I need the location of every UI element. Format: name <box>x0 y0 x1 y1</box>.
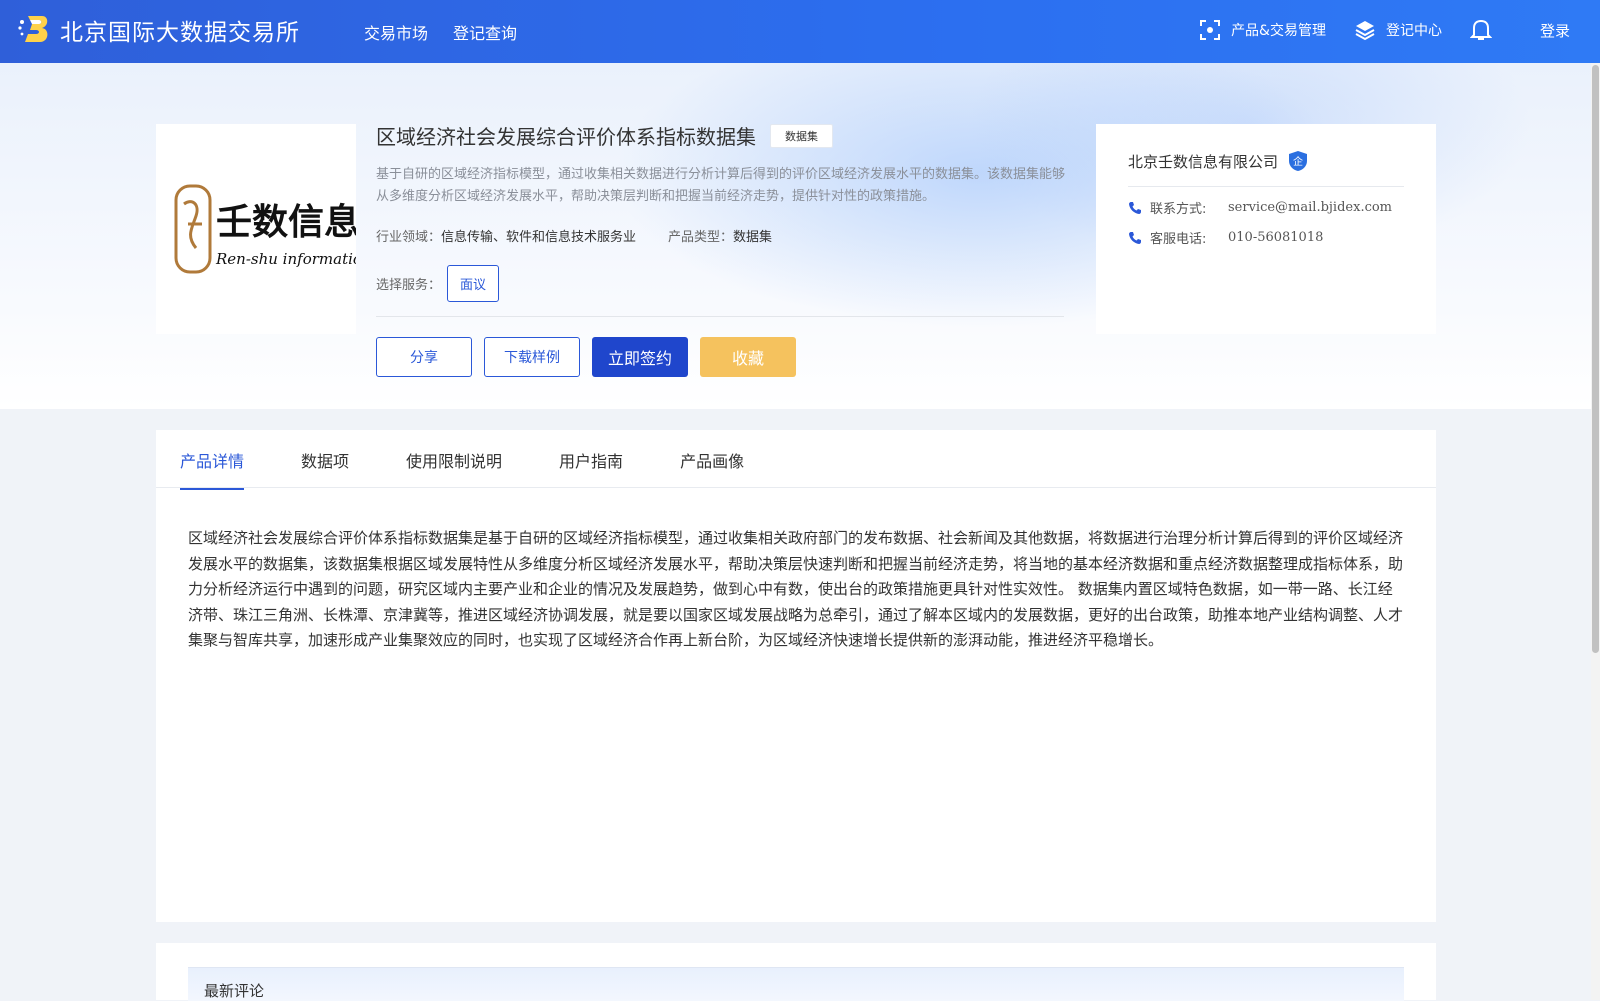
product-manage-link[interactable]: 产品&交易管理 <box>1199 19 1326 41</box>
industry-value: 信息传输、软件和信息技术服务业 <box>441 230 637 245</box>
scan-icon <box>1200 20 1221 40</box>
contact-label: 联系方式: <box>1150 202 1207 217</box>
enterprise-verified-icon: 企 <box>1289 151 1308 171</box>
notification-button[interactable] <box>1469 18 1502 42</box>
contact-email-row: 联系方式: service@mail.bjidex.com <box>1128 198 1392 217</box>
product-description: 基于自研的区域经济指标模型，通过收集相关数据进行分析计算后得到的评价区域经济发展… <box>376 167 1066 204</box>
company-name-row: 北京壬数信息有限公司 企 <box>1128 150 1308 172</box>
register-center-label: 登记中心 <box>1385 23 1442 39</box>
type-meta: 产品类型：数据集 <box>668 226 772 245</box>
detail-panel: 产品详情 数据项 使用限制说明 用户指南 产品画像 区域经济社会发展综合评价体系… <box>156 430 1436 922</box>
brand-name: 北京国际大数据交易所 <box>60 20 300 46</box>
top-nav: 北京国际大数据交易所 交易市场 登记查询 产品&交易管理 登记中心 登录 <box>0 0 1600 63</box>
product-meta: 行业领域：信息传输、软件和信息技术服务业 产品类型：数据集 <box>376 226 804 245</box>
nav-links: 交易市场 登记查询 <box>364 20 517 44</box>
register-center-link[interactable]: 登记中心 <box>1354 19 1442 41</box>
company-card: 北京壬数信息有限公司 企 联系方式: service@mail.bjidex.c… <box>1096 124 1436 334</box>
login-link[interactable]: 登录 <box>1540 20 1570 41</box>
nav-link-market[interactable]: 交易市场 <box>364 20 428 44</box>
detail-tabs: 产品详情 数据项 使用限制说明 用户指南 产品画像 <box>180 430 801 490</box>
product-type-badge: 数据集 <box>770 123 833 148</box>
service-label: 选择服务： <box>376 278 442 293</box>
bjidex-logo-icon <box>18 16 48 42</box>
tab-product-detail[interactable]: 产品详情 <box>180 430 245 490</box>
page-scrollbar[interactable] <box>1591 63 1600 1000</box>
service-option-negotiable[interactable]: 面议 <box>447 265 500 302</box>
logo-text-en: Ren-shu information <box>215 250 356 268</box>
type-value: 数据集 <box>733 230 773 245</box>
contact-phone-row: 客服电话: 010-56081018 <box>1128 228 1323 247</box>
comments-header: 最新评论 <box>188 967 1404 1001</box>
product-title: 区域经济社会发展综合评价体系指标数据集 <box>376 125 756 149</box>
contact-email[interactable]: service@mail.bjidex.com <box>1228 200 1392 215</box>
enterprise-badge-text: 企 <box>1293 155 1303 168</box>
hero-divider <box>376 316 1064 317</box>
type-label: 产品类型： <box>668 230 734 245</box>
product-logo-card: 壬数信息 Ren-shu information <box>156 124 372 334</box>
sign-now-button[interactable]: 立即签约 <box>592 337 688 377</box>
phone-label: 客服电话: <box>1150 232 1207 247</box>
tab-data-items[interactable]: 数据项 <box>301 430 349 488</box>
company-name[interactable]: 北京壬数信息有限公司 <box>1128 151 1278 172</box>
layers-icon <box>1355 21 1375 41</box>
brand[interactable]: 北京国际大数据交易所 <box>16 12 300 48</box>
service-selector: 选择服务： 面议 <box>376 265 500 302</box>
tab-usage-restrictions[interactable]: 使用限制说明 <box>406 430 502 488</box>
product-actions: 分享 下载样例 立即签约 收藏 <box>376 337 796 377</box>
product-manage-label: 产品&交易管理 <box>1231 23 1326 39</box>
nav-right: 产品&交易管理 登记中心 登录 <box>1171 18 1570 42</box>
scrollbar-thumb[interactable] <box>1592 65 1599 653</box>
product-title-row: 区域经济社会发展综合评价体系指标数据集 数据集 <box>376 121 833 150</box>
nav-link-register-query[interactable]: 登记查询 <box>453 20 517 44</box>
tabs-divider <box>156 487 1436 488</box>
favorite-button[interactable]: 收藏 <box>700 337 796 377</box>
phone-icon <box>1129 231 1141 244</box>
logo-text-cn: 壬数信息 <box>216 201 356 243</box>
phone-icon <box>1129 201 1141 214</box>
service-phone: 010-56081018 <box>1228 230 1324 245</box>
tab-user-guide[interactable]: 用户指南 <box>559 430 623 488</box>
industry-label: 行业领域： <box>376 230 442 245</box>
industry-meta: 行业领域：信息传输、软件和信息技术服务业 <box>376 226 636 245</box>
product-detail-text: 区域经济社会发展综合评价体系指标数据集是基于自研的区域经济指标模型，通过收集相关… <box>188 529 1404 649</box>
comments-title: 最新评论 <box>204 982 265 1000</box>
download-sample-button[interactable]: 下载样例 <box>484 337 580 377</box>
tab-product-profile[interactable]: 产品画像 <box>680 430 744 488</box>
renshu-logo: 壬数信息 Ren-shu information <box>174 184 372 274</box>
bell-icon <box>1469 19 1492 40</box>
comments-panel: 最新评论 <box>156 943 1436 1001</box>
share-button[interactable]: 分享 <box>376 337 472 377</box>
company-divider <box>1128 186 1404 187</box>
